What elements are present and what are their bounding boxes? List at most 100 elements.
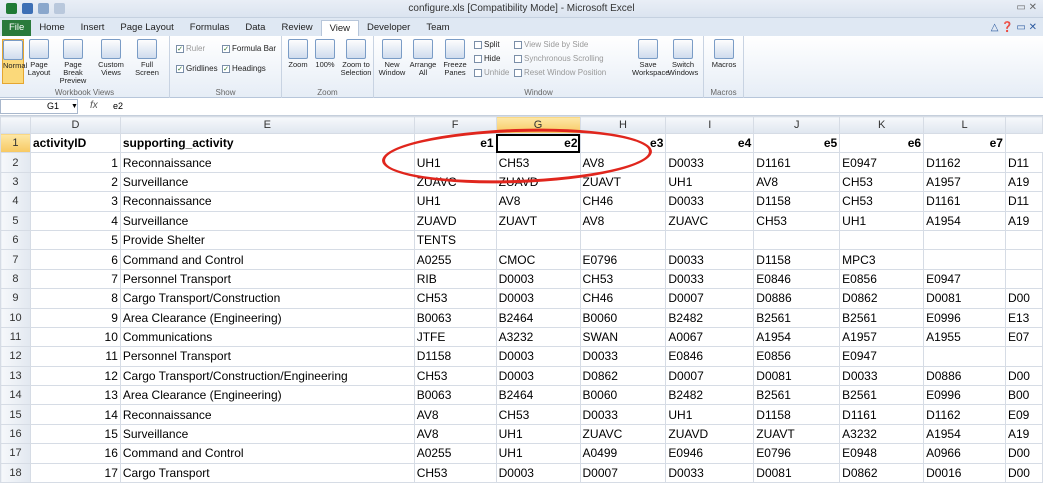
cell[interactable]: activityID bbox=[29, 132, 121, 154]
cell[interactable]: A0255 bbox=[413, 249, 497, 270]
cell[interactable]: e1 bbox=[413, 132, 497, 154]
cell[interactable]: B2482 bbox=[665, 385, 755, 406]
cell[interactable]: B2561 bbox=[753, 385, 841, 406]
cell[interactable]: ZUAVD bbox=[495, 171, 581, 193]
cell[interactable]: D11 bbox=[1004, 152, 1043, 173]
cell[interactable]: A0499 bbox=[579, 443, 667, 464]
cell[interactable]: D1162 bbox=[923, 152, 1006, 173]
cell[interactable]: CH53 bbox=[495, 404, 581, 425]
cell[interactable]: D0081 bbox=[753, 365, 841, 387]
save-workspace-button[interactable]: Save Workspace bbox=[632, 39, 669, 77]
cell[interactable]: Personnel Transport bbox=[119, 268, 415, 290]
row-header[interactable]: 11 bbox=[0, 326, 31, 348]
select-all-corner[interactable] bbox=[0, 116, 31, 134]
cell[interactable]: AV8 bbox=[495, 191, 581, 212]
cell[interactable]: e3 bbox=[579, 132, 667, 154]
cell[interactable]: D1158 bbox=[753, 249, 841, 270]
cell[interactable] bbox=[1004, 346, 1043, 367]
cell[interactable]: D0862 bbox=[839, 462, 925, 484]
cell[interactable]: A1954 bbox=[923, 423, 1006, 445]
ruler-checkbox[interactable]: ✓ Ruler bbox=[176, 44, 205, 53]
row-header[interactable]: 12 bbox=[0, 346, 31, 367]
cell[interactable]: D0007 bbox=[665, 365, 755, 387]
unhide-button[interactable]: Unhide bbox=[474, 68, 509, 77]
cell[interactable]: E07 bbox=[1004, 326, 1043, 348]
row-header[interactable]: 9 bbox=[0, 288, 31, 309]
cell[interactable]: 7 bbox=[29, 268, 121, 290]
cell[interactable]: E0796 bbox=[579, 249, 667, 270]
column-header-e[interactable]: E bbox=[119, 116, 415, 134]
cell[interactable]: D0033 bbox=[665, 462, 755, 484]
cell[interactable]: B0060 bbox=[579, 307, 667, 328]
cell[interactable]: E0996 bbox=[923, 307, 1006, 328]
cell[interactable]: 12 bbox=[29, 365, 121, 387]
cell[interactable]: UH1 bbox=[413, 191, 497, 212]
cell[interactable]: Command and Control bbox=[119, 443, 415, 464]
cell[interactable]: A19 bbox=[1004, 423, 1043, 445]
cell[interactable]: 15 bbox=[29, 423, 121, 445]
row-header[interactable]: 17 bbox=[0, 443, 31, 464]
cell[interactable]: D1161 bbox=[923, 191, 1006, 212]
cell[interactable]: D1162 bbox=[923, 404, 1006, 425]
cell[interactable]: Area Clearance (Engineering) bbox=[119, 307, 415, 328]
split-button[interactable]: Split bbox=[474, 40, 500, 49]
tab-formulas[interactable]: Formulas bbox=[182, 20, 238, 36]
cell[interactable]: Area Clearance (Engineering) bbox=[119, 385, 415, 406]
cell[interactable]: B2464 bbox=[495, 385, 581, 406]
cell[interactable]: 5 bbox=[29, 229, 121, 251]
column-header-h[interactable]: H bbox=[579, 116, 667, 134]
cell[interactable]: D0007 bbox=[579, 462, 667, 484]
cell[interactable]: A19 bbox=[1004, 171, 1043, 193]
cell[interactable] bbox=[665, 229, 755, 251]
cell[interactable]: E0947 bbox=[839, 346, 925, 367]
cell[interactable]: CH53 bbox=[495, 152, 581, 173]
cell[interactable]: UH1 bbox=[839, 210, 925, 231]
cell[interactable]: D1161 bbox=[753, 152, 841, 173]
cell[interactable]: D0081 bbox=[753, 462, 841, 484]
cell[interactable]: B2464 bbox=[495, 307, 581, 328]
hide-button[interactable]: Hide bbox=[474, 54, 500, 63]
cell[interactable]: 13 bbox=[29, 385, 121, 406]
cell[interactable]: Cargo Transport bbox=[119, 462, 415, 484]
cell[interactable]: AV8 bbox=[753, 171, 841, 193]
tab-insert[interactable]: Insert bbox=[73, 20, 113, 36]
function-icon[interactable]: fx bbox=[90, 100, 98, 111]
cell[interactable]: D1161 bbox=[839, 404, 925, 425]
row-header[interactable]: 16 bbox=[0, 423, 31, 445]
cell[interactable] bbox=[495, 229, 581, 251]
cell[interactable]: D0862 bbox=[579, 365, 667, 387]
help-icon[interactable]: △ ❓ ▭ ✕ bbox=[991, 20, 1043, 36]
row-header[interactable]: 1 bbox=[0, 132, 31, 154]
headings-checkbox[interactable]: ✓ Headings bbox=[222, 64, 266, 73]
cell[interactable]: JTFE bbox=[413, 326, 497, 348]
cell[interactable]: A1957 bbox=[923, 171, 1006, 193]
macros-button[interactable]: Macros bbox=[710, 39, 738, 69]
cell[interactable]: CH53 bbox=[579, 268, 667, 290]
column-header-j[interactable]: J bbox=[753, 116, 841, 134]
row-header[interactable]: 18 bbox=[0, 462, 31, 484]
row-header[interactable]: 2 bbox=[0, 152, 31, 173]
cell[interactable]: A3232 bbox=[839, 423, 925, 445]
cell[interactable]: D0081 bbox=[923, 288, 1006, 309]
cell[interactable]: 6 bbox=[29, 249, 121, 270]
cell[interactable]: D0033 bbox=[665, 249, 755, 270]
cell[interactable]: UH1 bbox=[495, 423, 581, 445]
cell[interactable]: AV8 bbox=[413, 423, 497, 445]
new-window-button[interactable]: New Window bbox=[378, 39, 406, 77]
tab-review[interactable]: Review bbox=[273, 20, 320, 36]
cell[interactable]: D0033 bbox=[579, 346, 667, 367]
cell[interactable]: Cargo Transport/Construction/Engineering bbox=[119, 365, 415, 387]
column-header-l[interactable]: L bbox=[923, 116, 1006, 134]
cell[interactable]: CH53 bbox=[839, 171, 925, 193]
cell[interactable]: e6 bbox=[839, 132, 925, 154]
cell[interactable]: UH1 bbox=[665, 171, 755, 193]
cell[interactable]: 8 bbox=[29, 288, 121, 309]
cell[interactable]: Command and Control bbox=[119, 249, 415, 270]
row-header[interactable]: 3 bbox=[0, 171, 31, 193]
cell[interactable]: 3 bbox=[29, 191, 121, 212]
full-screen-button[interactable]: Full Screen bbox=[131, 39, 163, 77]
cell[interactable]: 9 bbox=[29, 307, 121, 328]
cell[interactable] bbox=[1004, 229, 1043, 251]
chevron-down-icon[interactable]: ▼ bbox=[71, 100, 78, 113]
cell[interactable]: CH53 bbox=[753, 210, 841, 231]
